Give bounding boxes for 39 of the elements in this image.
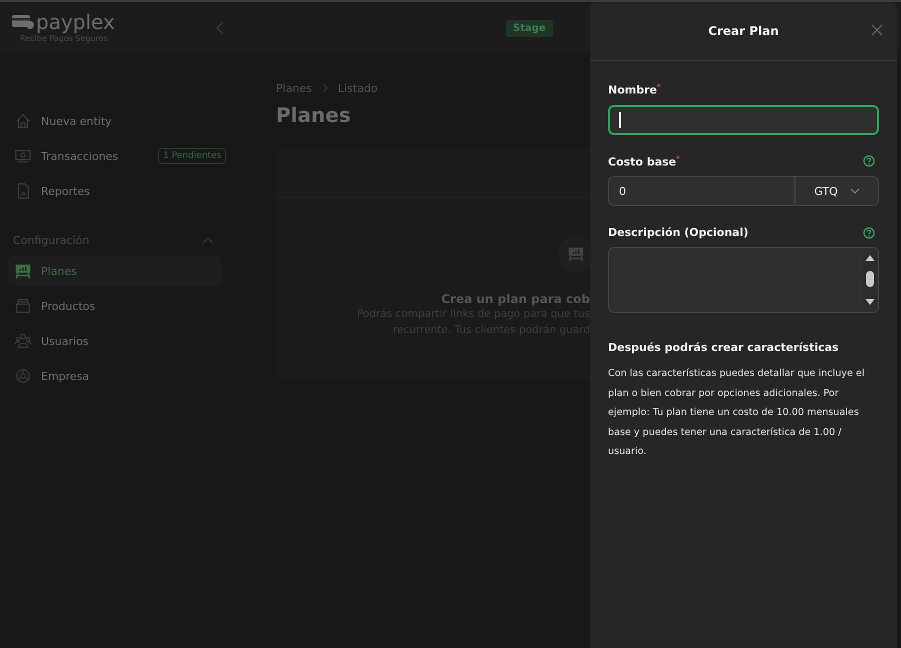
chevron-left-icon <box>216 21 224 35</box>
environment-badge: Stage <box>506 20 553 36</box>
logo-text: payplex <box>36 11 115 33</box>
collapse-button[interactable] <box>216 21 224 35</box>
text-input[interactable] <box>608 104 879 135</box>
note-title: Después podrás crear características <box>608 341 840 354</box>
breadcrumb-link[interactable]: Listado <box>338 82 378 94</box>
sidebar-item[interactable]: Empresa <box>8 361 222 391</box>
field-label: Costo base$^{*}$ <box>608 154 680 168</box>
breadcrumb-link[interactable]: Planes <box>276 82 312 94</box>
close-icon <box>871 24 883 36</box>
chart-cart-icon <box>567 245 585 263</box>
sidebar-item[interactable]: Nueva entity <box>8 106 222 136</box>
field-label: Descripción (Opcional) <box>608 226 748 240</box>
box-icon <box>14 297 32 315</box>
sidebar-item[interactable]: Usuarios <box>8 326 222 356</box>
users-icon <box>14 332 32 350</box>
chevron-right-icon <box>322 83 328 93</box>
card-icon <box>12 15 34 29</box>
chevron-up-icon <box>202 236 214 244</box>
sidebar-item[interactable]: Planes <box>8 256 222 286</box>
sidebar-item[interactable]: Reportes <box>8 176 222 206</box>
field-label: Nombre$^{*}$ <box>608 83 661 97</box>
note-text: Con las características puedes detallar que incluye el plan o bien cobrar por opciones adicionales. Por ejemplo: Tu plan tiene un costo de 10.00 mensuales base y puedes tener una característica de 1.00 / usuario. <box>608 367 866 460</box>
empty-state-title: Crea un plan para cob <box>441 292 590 306</box>
banknote-icon <box>14 147 32 165</box>
sidebar-item[interactable]: Productos <box>8 291 222 321</box>
house-icon <box>14 112 32 130</box>
chevron-down-icon <box>850 188 860 194</box>
chart-cart-icon <box>14 262 32 280</box>
help-icon <box>863 155 875 168</box>
pending-badge: 1 Pendientes <box>158 148 226 164</box>
panel-title: Crear Plan <box>708 24 779 38</box>
amount-input[interactable]: 0 <box>608 176 795 206</box>
help-icon <box>863 226 875 239</box>
gear-icon <box>14 367 32 385</box>
close-button[interactable] <box>871 24 883 36</box>
currency-select[interactable]: GTQ <box>795 176 879 206</box>
page-title: Planes <box>276 102 352 128</box>
